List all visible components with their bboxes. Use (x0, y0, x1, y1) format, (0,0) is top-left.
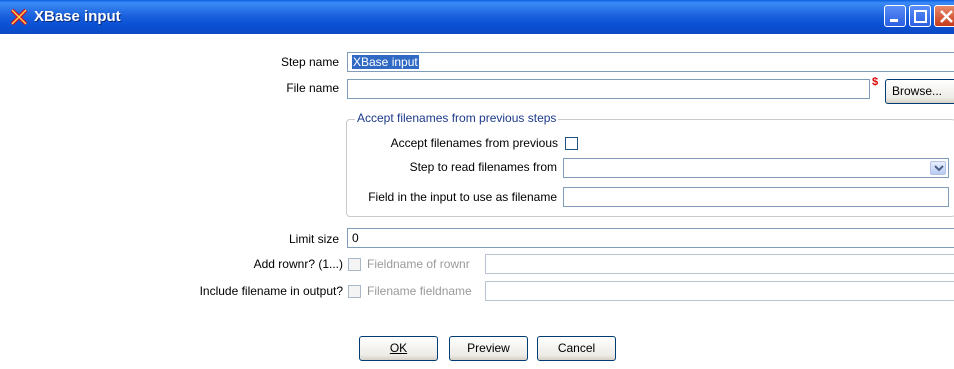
close-button[interactable] (934, 5, 954, 27)
filename-fieldname-label: Filename fieldname (367, 284, 472, 298)
cancel-button[interactable]: Cancel (537, 336, 616, 361)
field-as-filename-label: Field in the input to use as filename (368, 190, 557, 204)
step-name-input[interactable]: XBase input (347, 52, 954, 72)
kettle-x-icon (10, 8, 28, 26)
maximize-button[interactable] (909, 5, 931, 27)
step-name-label: Step name (280, 55, 339, 69)
rownr-fieldname-label: Fieldname of rownr (367, 257, 470, 271)
title-bar[interactable]: XBase input (0, 0, 954, 34)
step-name-value: XBase input (352, 55, 419, 69)
limit-size-input[interactable]: 0 (347, 228, 954, 248)
preview-button[interactable]: Preview (449, 336, 528, 361)
include-filename-label: Include filename in output? (199, 284, 343, 298)
step-to-read-label: Step to read filenames from (409, 160, 557, 174)
step-to-read-combo[interactable] (563, 158, 949, 178)
variable-dollar-icon: $ (872, 76, 879, 88)
file-name-input[interactable] (347, 79, 870, 99)
browse-button[interactable]: Browse... (885, 79, 954, 104)
limit-size-value: 0 (352, 231, 359, 245)
ok-button[interactable]: OK (359, 336, 438, 361)
filename-fieldname-input[interactable] (485, 281, 954, 301)
rownr-fieldname-input[interactable] (485, 254, 954, 274)
accept-filenames-checkbox[interactable] (565, 137, 578, 150)
accept-filenames-label: Accept filenames from previous (390, 136, 558, 150)
minimize-button[interactable] (884, 5, 906, 27)
field-as-filename-input[interactable] (563, 187, 949, 207)
add-rownr-checkbox[interactable] (348, 258, 361, 271)
file-name-label: File name (286, 81, 339, 95)
group-legend: Accept filenames from previous steps (355, 111, 559, 125)
window-title: XBase input (34, 8, 121, 25)
limit-size-label: Limit size (288, 232, 339, 246)
include-filename-checkbox[interactable] (348, 285, 361, 298)
add-rownr-label: Add rownr? (1...) (253, 257, 343, 271)
chevron-down-icon[interactable] (930, 161, 946, 175)
